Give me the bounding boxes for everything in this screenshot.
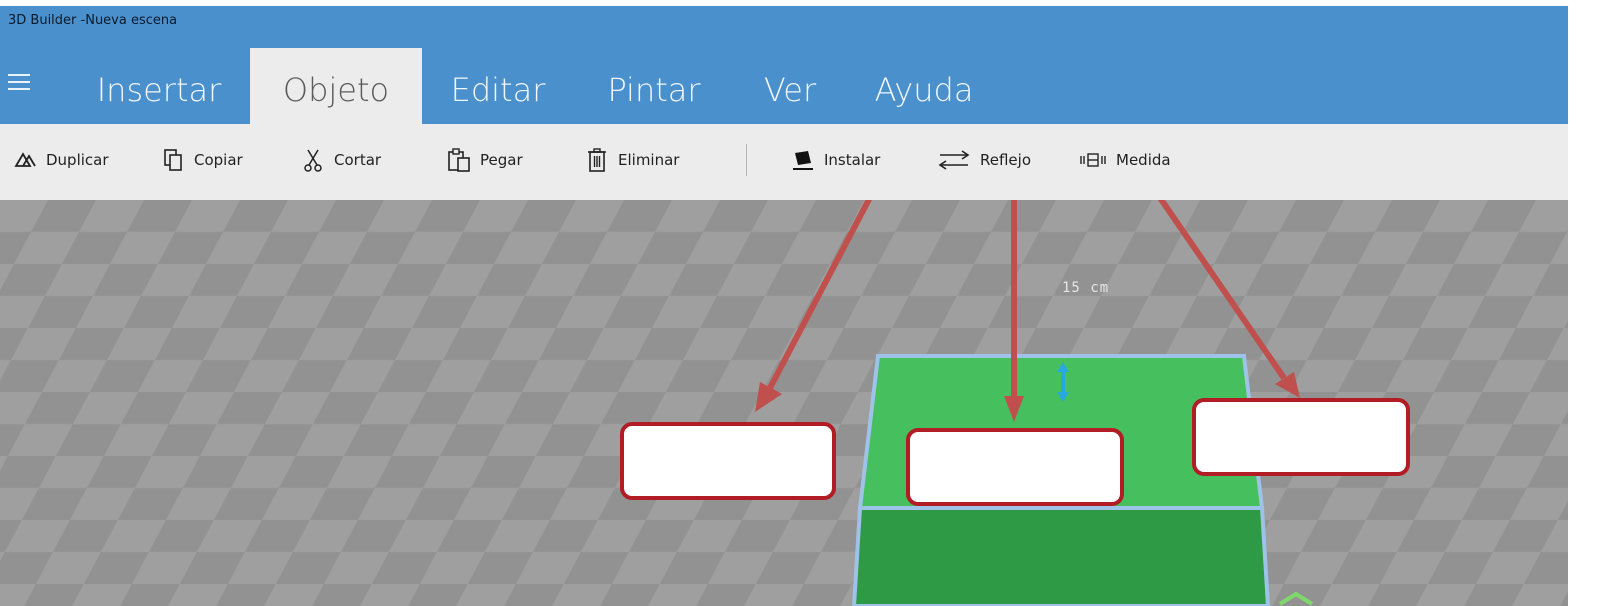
measure-label: Medida <box>1116 151 1171 169</box>
scissors-icon <box>300 148 326 172</box>
blank-label-box-3[interactable] <box>1192 398 1410 476</box>
tab-editar[interactable]: Editar <box>438 48 558 124</box>
settle-icon <box>790 148 816 172</box>
delete-button[interactable]: Eliminar <box>584 148 679 172</box>
delete-label: Eliminar <box>618 151 680 169</box>
tab-objeto[interactable]: Objeto <box>250 48 422 124</box>
ribbon-tabs: Insertar Objeto Editar Pintar Ver Ayuda <box>0 48 1568 124</box>
mirror-button[interactable]: Reflejo <box>936 148 1031 172</box>
copy-button[interactable]: Copiar <box>160 148 243 172</box>
menu-icon[interactable] <box>8 74 30 90</box>
blank-label-box-1[interactable] <box>620 422 836 500</box>
measure-button[interactable]: Medida <box>1078 148 1171 172</box>
cut-button[interactable]: Cortar <box>300 148 381 172</box>
toolbar-separator <box>746 144 747 176</box>
duplicate-icon <box>12 148 38 172</box>
copy-label: Copiar <box>194 151 243 169</box>
duplicate-button[interactable]: Duplicar <box>12 148 109 172</box>
measure-icon <box>1078 148 1108 172</box>
cut-label: Cortar <box>334 151 382 169</box>
paste-label: Pegar <box>480 151 523 169</box>
dimension-label: 15 cm <box>1062 280 1110 296</box>
title-bar: 3D Builder -Nueva escena <box>0 6 1568 48</box>
paste-icon <box>446 148 472 172</box>
duplicate-label: Duplicar <box>46 151 109 169</box>
mirror-label: Reflejo <box>980 151 1031 169</box>
settle-label: Instalar <box>824 151 881 169</box>
tab-insertar[interactable]: Insertar <box>88 48 230 124</box>
3d-viewport[interactable]: 15 cm <box>0 200 1568 606</box>
paste-button[interactable]: Pegar <box>446 148 523 172</box>
app-window: 3D Builder -Nueva escena Insertar Objeto… <box>0 6 1568 606</box>
settle-button[interactable]: Instalar <box>790 148 880 172</box>
tab-ayuda[interactable]: Ayuda <box>862 48 986 124</box>
object-toolbar: Duplicar Copiar Cortar Pegar Eliminar In… <box>0 124 1568 201</box>
tab-pintar[interactable]: Pintar <box>594 48 714 124</box>
tab-ver[interactable]: Ver <box>750 48 830 124</box>
blank-label-box-2[interactable] <box>906 428 1124 506</box>
window-title: 3D Builder -Nueva escena <box>8 13 178 28</box>
cube-front-face <box>851 506 1271 606</box>
copy-icon <box>160 148 186 172</box>
trash-icon <box>584 148 610 172</box>
mirror-icon <box>936 148 972 172</box>
